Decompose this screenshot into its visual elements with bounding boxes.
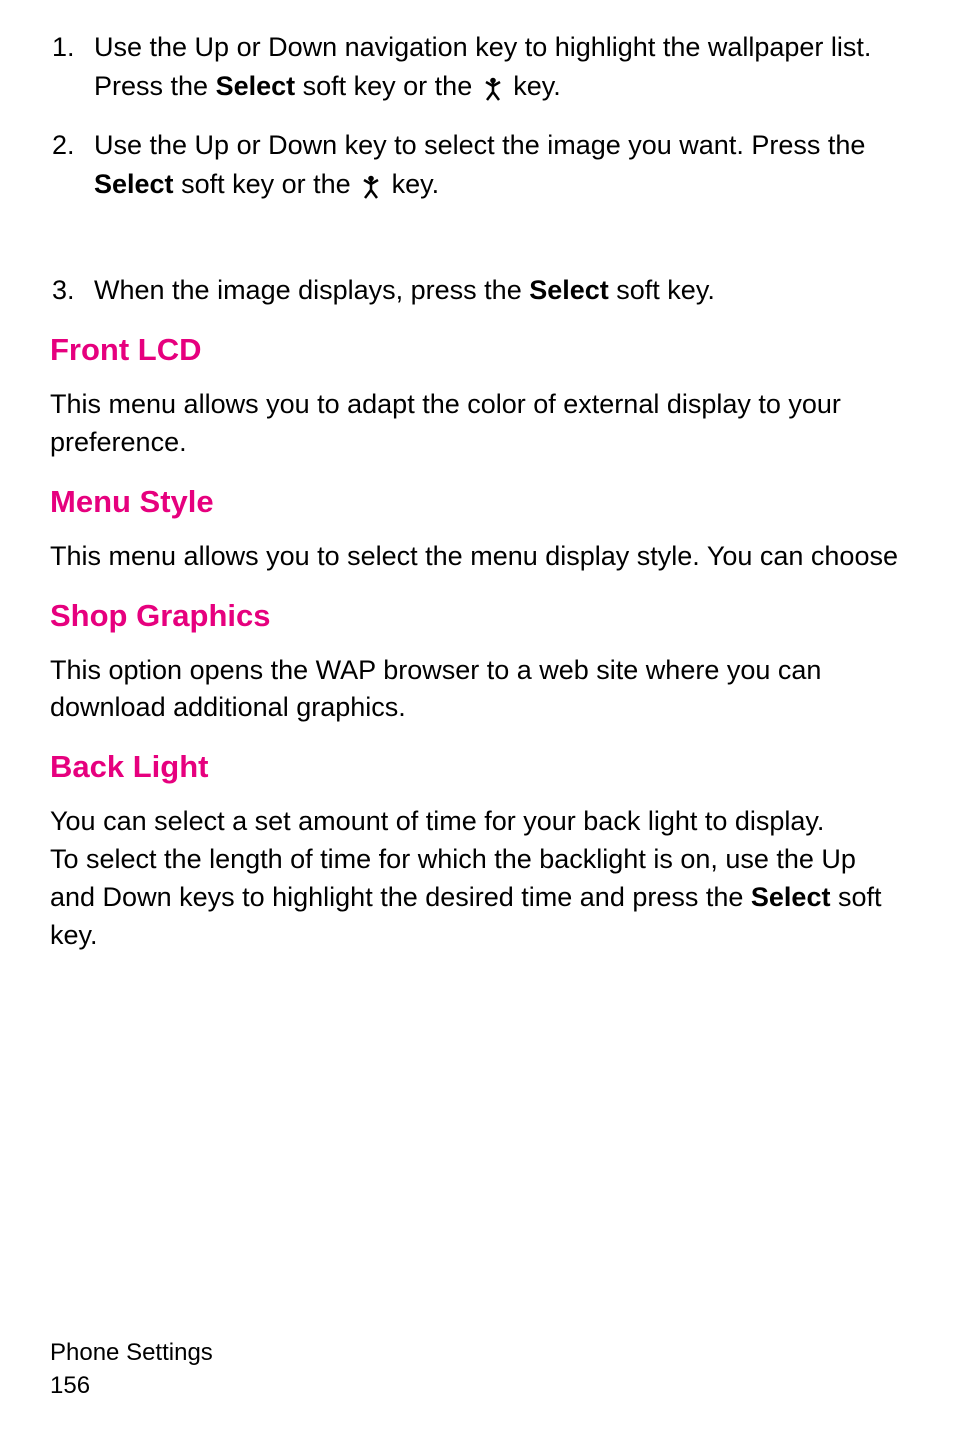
- step-2: 2. Use the Up or Down key to select the …: [50, 126, 904, 206]
- step-content: Use the Up or Down navigation key to hig…: [94, 28, 904, 108]
- step-text-post: key.: [384, 169, 439, 199]
- para-back-light-2: To select the length of time for which t…: [50, 841, 904, 954]
- step-number: 1.: [50, 28, 94, 108]
- footer-title: Phone Settings: [50, 1336, 213, 1370]
- heading-front-lcd: Front LCD: [50, 332, 904, 368]
- heading-shop-graphics: Shop Graphics: [50, 598, 904, 634]
- person-icon: [480, 68, 506, 107]
- step-number: 2.: [50, 126, 94, 206]
- spacer: [50, 223, 904, 271]
- step-3: 3. When the image displays, press the Se…: [50, 271, 904, 310]
- step-1: 1. Use the Up or Down navigation key to …: [50, 28, 904, 108]
- heading-menu-style: Menu Style: [50, 484, 904, 520]
- step-text-bold: Select: [94, 169, 174, 199]
- step-content: Use the Up or Down key to select the ima…: [94, 126, 904, 206]
- para-back-light-1: You can select a set amount of time for …: [50, 803, 904, 841]
- para-menu-style: This menu allows you to select the menu …: [50, 538, 904, 576]
- step-text-bold: Select: [216, 71, 296, 101]
- step-text-mid: soft key or the: [174, 169, 359, 199]
- backlight-p2-bold: Select: [751, 882, 831, 912]
- step-text-post: soft key.: [609, 275, 715, 305]
- step-text-pre: When the image displays, press the: [94, 275, 529, 305]
- step-text-post: key.: [506, 71, 561, 101]
- para-front-lcd: This menu allows you to adapt the color …: [50, 386, 904, 462]
- heading-back-light: Back Light: [50, 749, 904, 785]
- step-content: When the image displays, press the Selec…: [94, 271, 904, 310]
- page-footer: Phone Settings 156: [50, 1336, 213, 1403]
- footer-page: 156: [50, 1369, 213, 1403]
- step-text-pre: Use the Up or Down key to select the ima…: [94, 130, 865, 160]
- step-text-bold: Select: [529, 275, 609, 305]
- backlight-p2-pre: To select the length of time for which t…: [50, 844, 856, 912]
- person-icon: [358, 166, 384, 205]
- step-text-mid: soft key or the: [295, 71, 480, 101]
- para-shop-graphics: This option opens the WAP browser to a w…: [50, 652, 904, 728]
- step-number: 3.: [50, 271, 94, 310]
